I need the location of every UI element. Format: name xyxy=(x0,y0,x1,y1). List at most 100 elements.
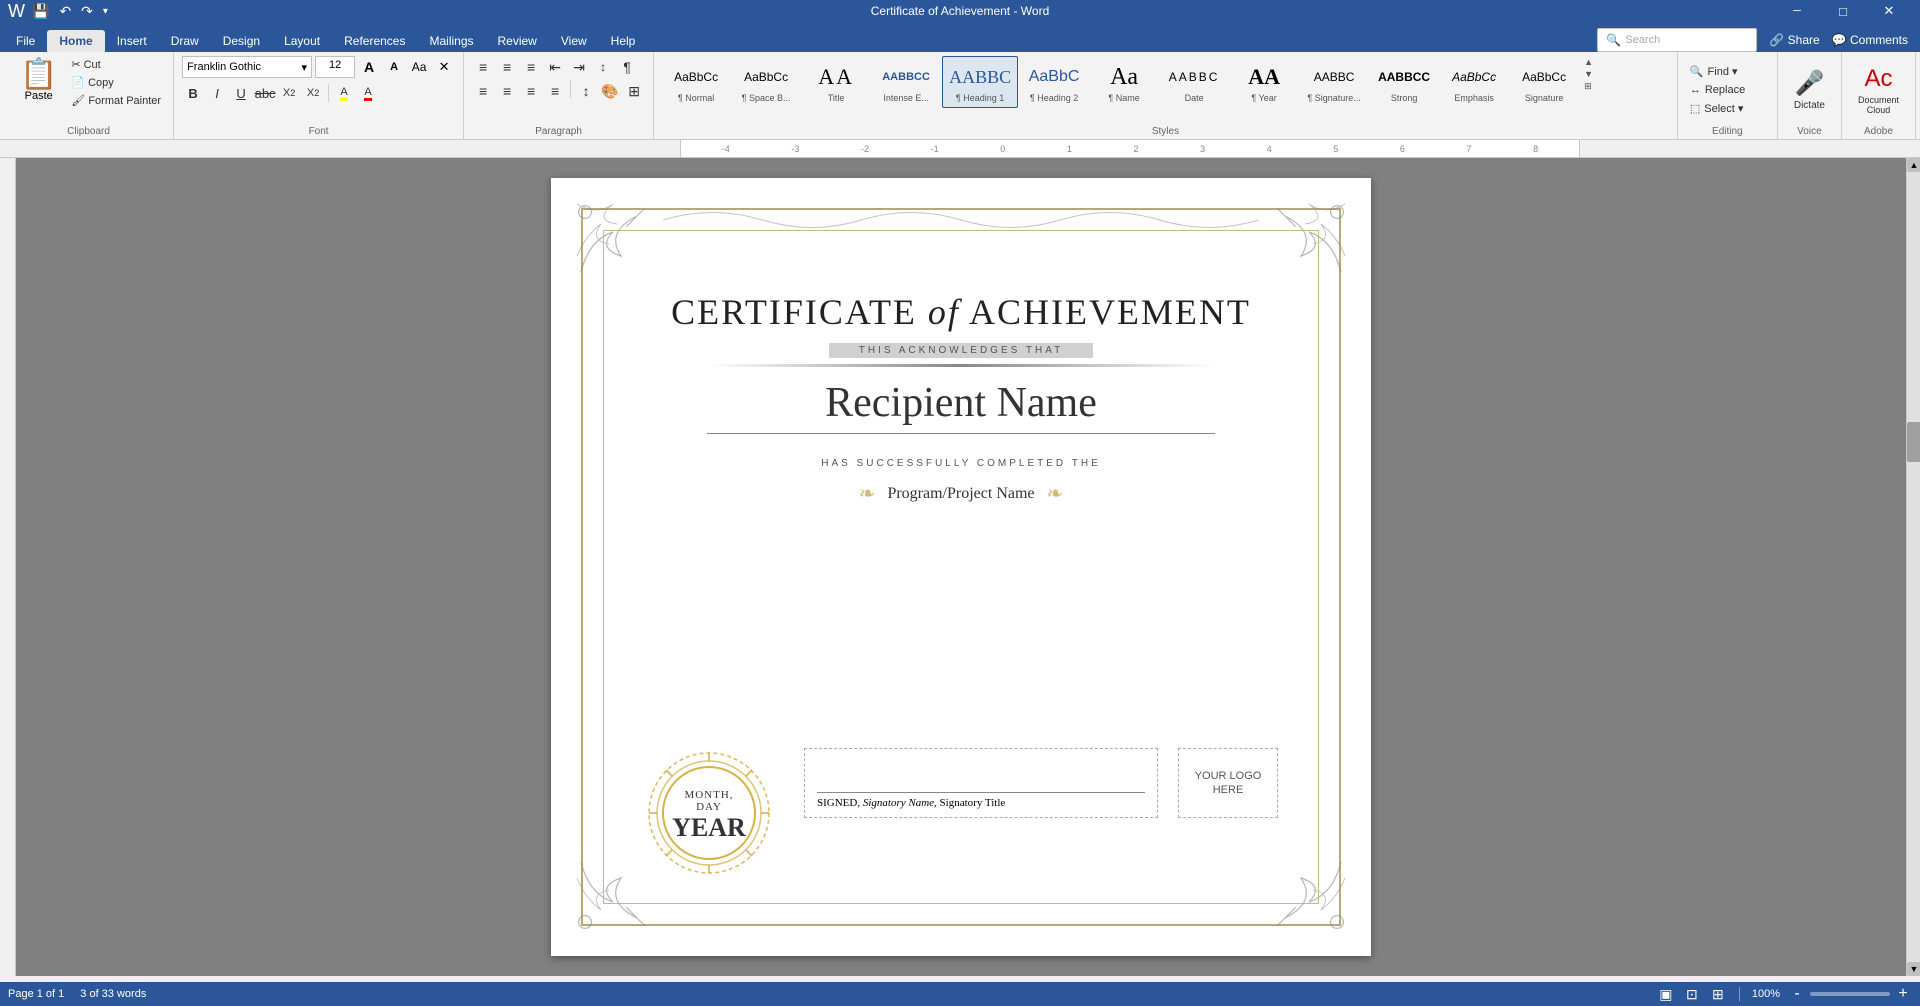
cert-seal-year[interactable]: YEAR xyxy=(672,813,746,843)
tab-home[interactable]: Home xyxy=(47,30,104,52)
print-layout-button[interactable]: ▣ xyxy=(1657,985,1675,1003)
change-case-button[interactable]: Aa xyxy=(408,56,430,78)
share-button[interactable]: 🔗 Share xyxy=(1769,33,1819,47)
document-page: CERTIFICATE of ACHIEVEMENT THIS ACKNOWLE… xyxy=(551,178,1371,956)
clipboard-label: Clipboard xyxy=(12,124,165,137)
style-heading1[interactable]: AABBC ¶ Heading 1 xyxy=(942,56,1018,108)
justify-button[interactable]: ≡ xyxy=(544,80,566,102)
italic-button[interactable]: I xyxy=(206,82,228,104)
align-right-button[interactable]: ≡ xyxy=(520,80,542,102)
shading-button[interactable]: 🎨 xyxy=(599,80,621,102)
styles-label: Styles xyxy=(662,124,1669,137)
cert-recipient[interactable]: Recipient Name xyxy=(825,379,1097,427)
styles-scroll[interactable]: ▲ ▼ ⊞ xyxy=(1582,56,1595,93)
font-size-input[interactable]: 12 xyxy=(315,56,355,78)
align-center-button[interactable]: ≡ xyxy=(496,80,518,102)
style-intense-e[interactable]: AABBCC Intense E... xyxy=(872,56,940,108)
cert-signature-area: SIGNED, Signatory Name, Signatory Title xyxy=(804,748,1158,818)
cert-completed: HAS SUCCESSFULLY COMPLETED THE xyxy=(821,458,1101,469)
zoom-in-button[interactable]: + xyxy=(1894,985,1912,1003)
style-title[interactable]: AA Title xyxy=(802,56,870,108)
dictate-button[interactable]: 🎤 Dictate xyxy=(1786,63,1833,117)
tab-help[interactable]: Help xyxy=(599,30,648,52)
style-year[interactable]: AA ¶ Year xyxy=(1230,56,1298,108)
styles-scroll-up[interactable]: ▲ xyxy=(1582,56,1595,68)
zoom-out-button[interactable]: - xyxy=(1788,985,1806,1003)
text-highlight-button[interactable]: A xyxy=(333,82,355,104)
minimize-button[interactable]: ─ xyxy=(1774,0,1820,25)
tab-draw[interactable]: Draw xyxy=(159,30,211,52)
show-hide-button[interactable]: ¶ xyxy=(616,56,638,78)
tab-review[interactable]: Review xyxy=(486,30,549,52)
numbering-button[interactable]: ≡ xyxy=(496,56,518,78)
bold-button[interactable]: B xyxy=(182,82,204,104)
tab-mailings[interactable]: Mailings xyxy=(417,30,485,52)
document-cloud-button[interactable]: Ac DocumentCloud xyxy=(1850,59,1907,121)
styles-scroll-down[interactable]: ▼ xyxy=(1582,68,1595,80)
close-button[interactable]: ✕ xyxy=(1866,0,1912,25)
cert-program[interactable]: Program/Project Name xyxy=(887,485,1034,503)
subscript-button[interactable]: X2 xyxy=(278,82,300,104)
bullets-button[interactable]: ≡ xyxy=(472,56,494,78)
decrease-indent-button[interactable]: ⇤ xyxy=(544,56,566,78)
superscript-button[interactable]: X2 xyxy=(302,82,324,104)
align-left-button[interactable]: ≡ xyxy=(472,80,494,102)
format-painter-button[interactable]: 🖌Format Painter xyxy=(67,92,165,109)
line-spacing-button[interactable]: ↕ xyxy=(575,80,597,102)
font-color-button[interactable]: A xyxy=(357,82,379,104)
find-button[interactable]: 🔍Find ▾ xyxy=(1686,63,1742,80)
style-date[interactable]: AABBC Date xyxy=(1160,56,1228,108)
cert-recipient-line xyxy=(707,433,1214,434)
cert-program-row: ❧ Program/Project Name ❧ xyxy=(859,481,1064,506)
tab-insert[interactable]: Insert xyxy=(105,30,159,52)
cut-button[interactable]: ✂Cut xyxy=(67,56,165,73)
tab-layout[interactable]: Layout xyxy=(272,30,332,52)
tell-me-placeholder: Search xyxy=(1625,34,1660,46)
cert-outer-border: CERTIFICATE of ACHIEVEMENT THIS ACKNOWLE… xyxy=(581,208,1341,926)
font-label: Font xyxy=(182,124,455,137)
style-emphasis[interactable]: AaBbCc Emphasis xyxy=(1440,56,1508,108)
style-signature[interactable]: AABBC ¶ Signature... xyxy=(1300,56,1368,108)
style-name[interactable]: Aa ¶ Name xyxy=(1090,56,1158,108)
comments-button[interactable]: 💬 Comments xyxy=(1832,33,1908,47)
tell-me-search[interactable]: 🔍 Search xyxy=(1597,28,1757,52)
increase-font-size-button[interactable]: A xyxy=(358,56,380,78)
decrease-font-size-button[interactable]: A xyxy=(383,56,405,78)
increase-indent-button[interactable]: ⇥ xyxy=(568,56,590,78)
style-normal[interactable]: AaBbCc ¶ Normal xyxy=(662,56,730,108)
tab-references[interactable]: References xyxy=(332,30,417,52)
tab-design[interactable]: Design xyxy=(211,30,272,52)
zoom-slider[interactable] xyxy=(1810,992,1890,996)
select-button[interactable]: ⬚Select ▾ xyxy=(1686,100,1748,117)
style-heading2[interactable]: AaBbC ¶ Heading 2 xyxy=(1020,56,1088,108)
read-mode-button[interactable]: ⊞ xyxy=(1709,985,1727,1003)
styles-expand[interactable]: ⊞ xyxy=(1582,80,1595,93)
undo-button[interactable]: ↶ xyxy=(56,3,74,20)
multilevel-button[interactable]: ≡ xyxy=(520,56,542,78)
strikethrough-button[interactable]: abc xyxy=(254,82,276,104)
vertical-scrollbar[interactable]: ▲ ▼ xyxy=(1906,158,1920,976)
style-signature2[interactable]: AaBbCc Signature xyxy=(1510,56,1578,108)
styles-gallery: AaBbCc ¶ Normal AaBbCc ¶ Space B... AA T… xyxy=(662,56,1578,124)
document-area: CERTIFICATE of ACHIEVEMENT THIS ACKNOWLE… xyxy=(16,158,1906,976)
sort-button[interactable]: ↕ xyxy=(592,56,614,78)
copy-button[interactable]: 📄Copy xyxy=(67,74,165,91)
borders-button[interactable]: ⊞ xyxy=(623,80,645,102)
font-name-selector[interactable]: Franklin Gothic ▾ xyxy=(182,56,312,78)
paragraph-group: ≡ ≡ ≡ ⇤ ⇥ ↕ ¶ ≡ ≡ ≡ ≡ ↕ 🎨 ⊞ Paragraph xyxy=(464,52,654,139)
tab-view[interactable]: View xyxy=(549,30,599,52)
replace-button[interactable]: ↔Replace xyxy=(1686,82,1749,98)
tab-file[interactable]: File xyxy=(4,30,47,52)
paste-button[interactable]: 📋 Paste xyxy=(12,56,65,109)
style-strong[interactable]: AABBCC Strong xyxy=(1370,56,1438,108)
save-button[interactable]: 💾 xyxy=(29,3,52,20)
maximize-button[interactable]: □ xyxy=(1820,0,1866,25)
underline-button[interactable]: U xyxy=(230,82,252,104)
redo-button[interactable]: ↷ xyxy=(78,3,96,20)
style-no-spacing[interactable]: AaBbCc ¶ Space B... xyxy=(732,56,800,108)
web-layout-button[interactable]: ⊡ xyxy=(1683,985,1701,1003)
main-area: CERTIFICATE of ACHIEVEMENT THIS ACKNOWLE… xyxy=(0,158,1920,976)
cert-logo-box[interactable]: YOUR LOGO HERE xyxy=(1178,748,1278,818)
customize-qa-button[interactable]: ▾ xyxy=(100,6,111,17)
clear-format-button[interactable]: ✕ xyxy=(433,56,455,78)
